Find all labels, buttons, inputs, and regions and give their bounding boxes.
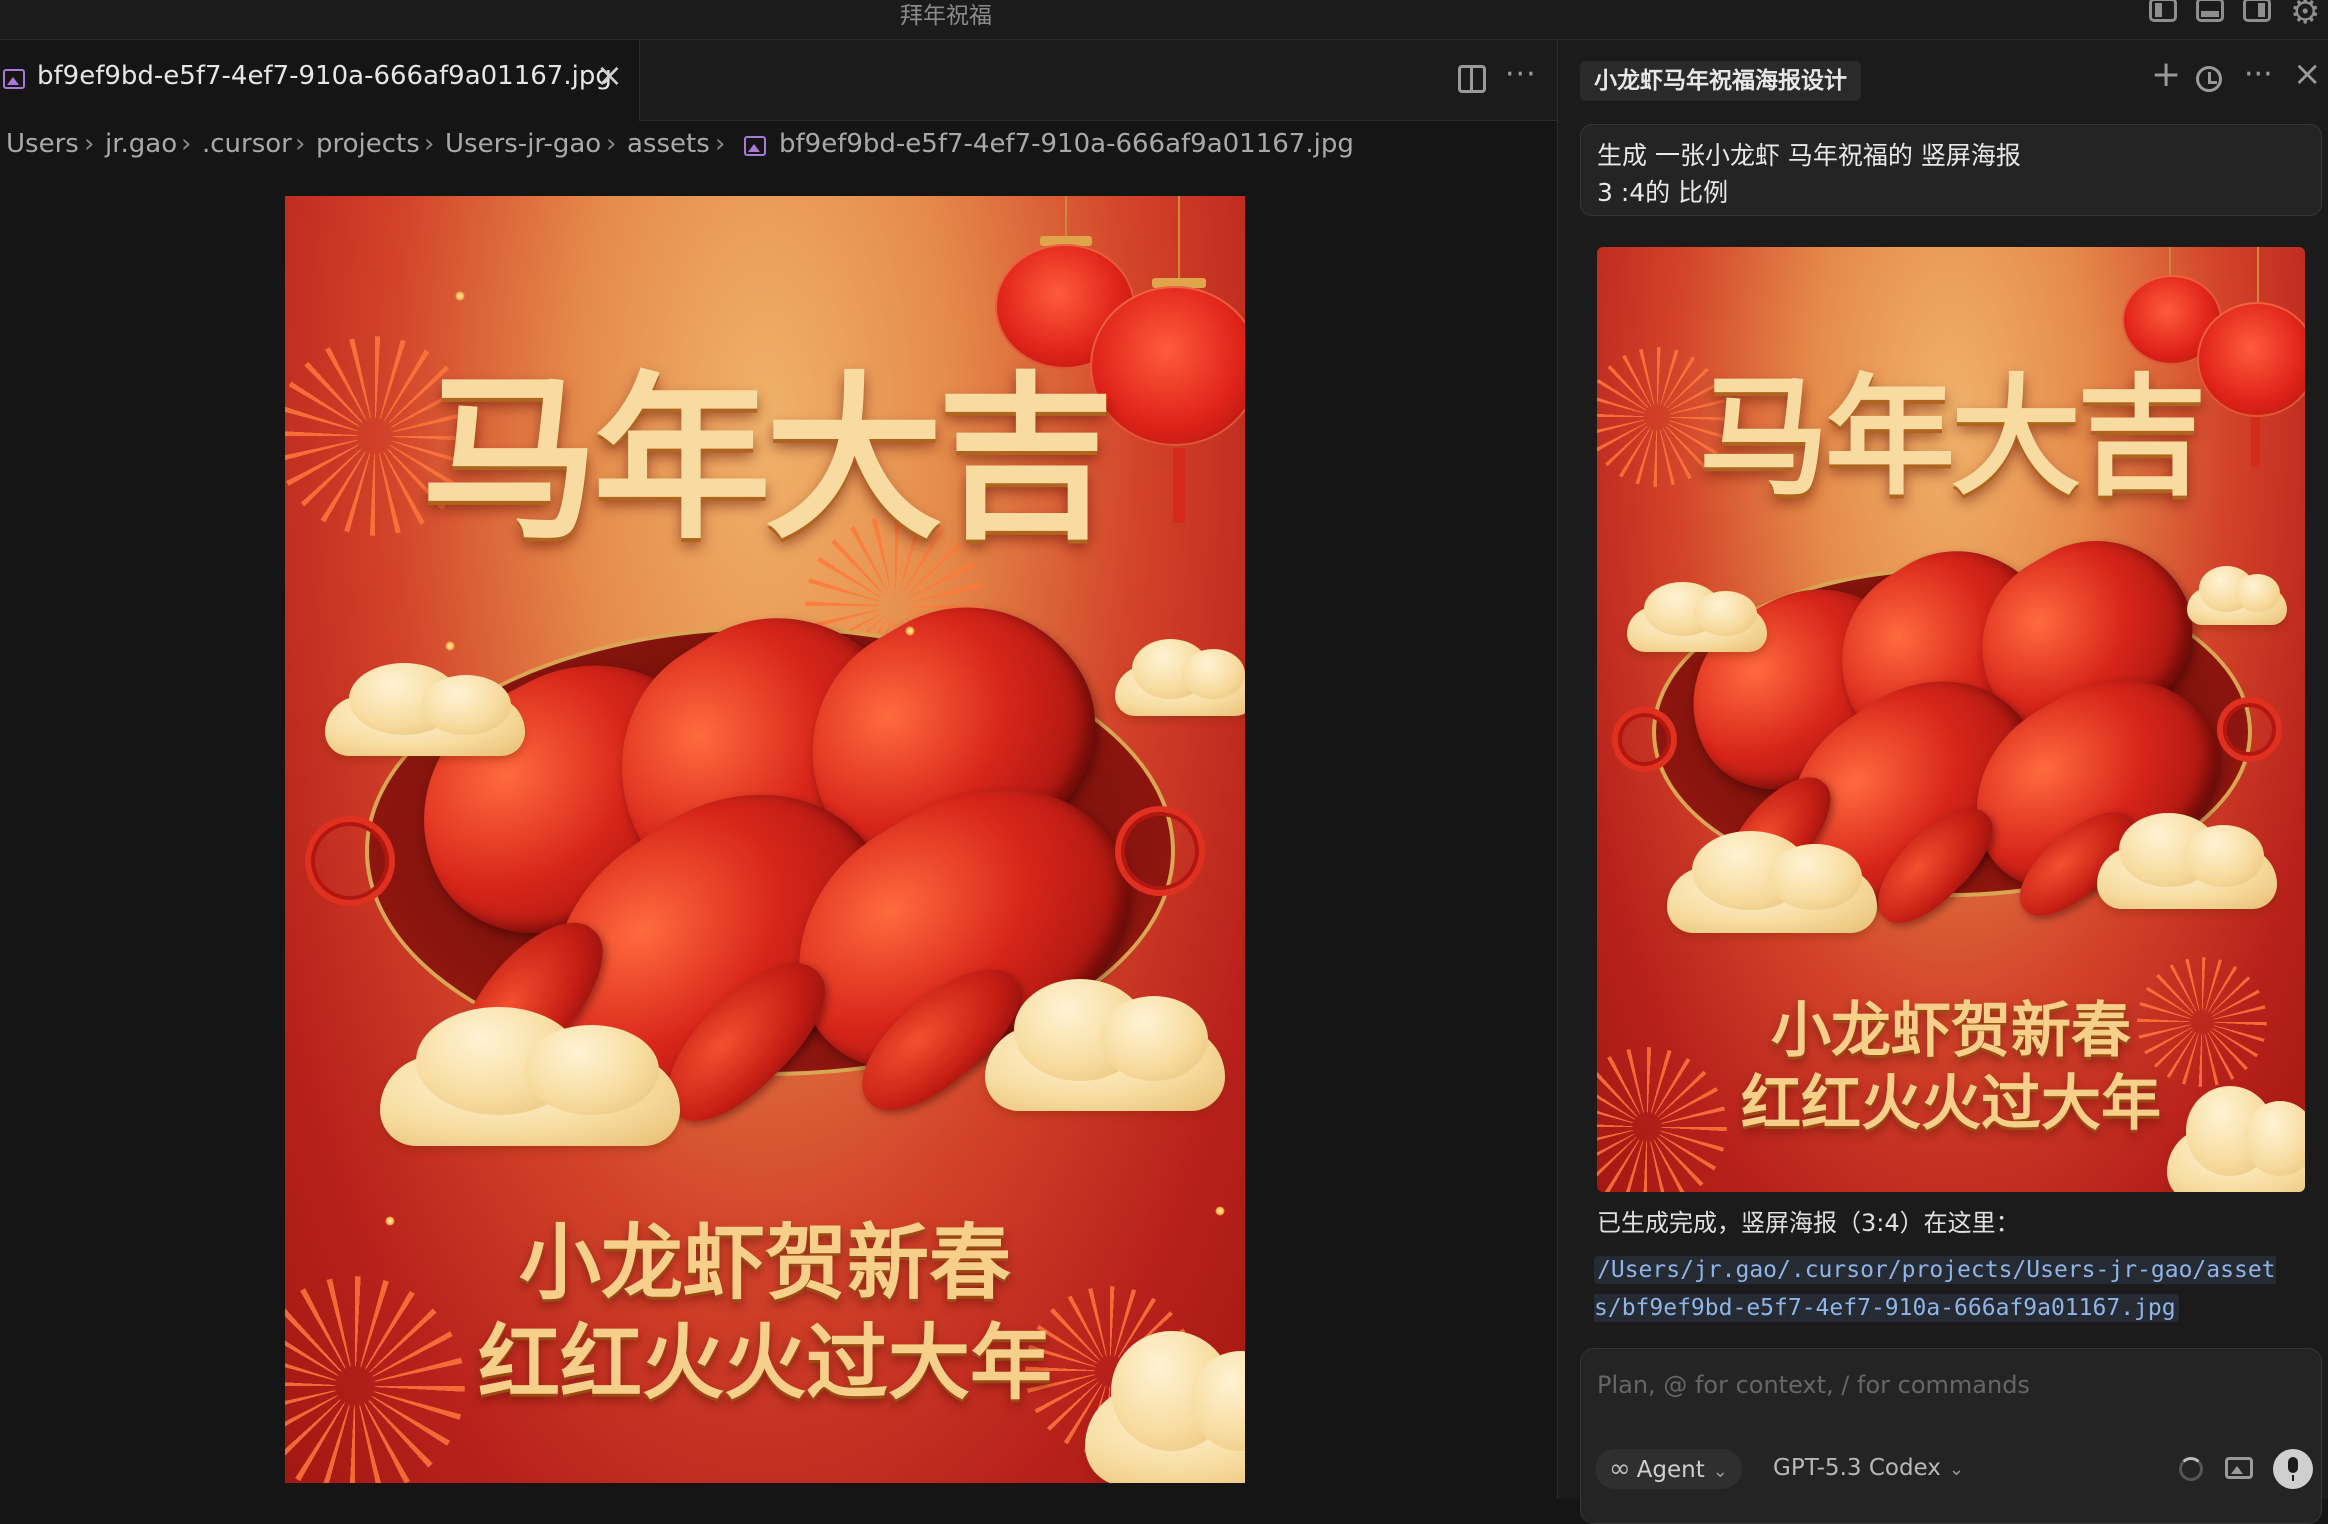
cloud-decoration bbox=[380, 1006, 680, 1146]
lantern-string bbox=[2257, 247, 2259, 302]
toggle-panel-icon[interactable] bbox=[2196, 0, 2224, 22]
model-label: GPT-5.3 Codex bbox=[1773, 1455, 1941, 1481]
editor-tab[interactable]: bf9ef9bd-e5f7-4ef7-910a-666af9a01167.jpg… bbox=[0, 40, 640, 121]
poster-line-2: 红红火火过大年 bbox=[1741, 1069, 2161, 1139]
poster-image-preview: 马年大吉 小龙虾贺新春 红红火火过大年 bbox=[285, 196, 1245, 1483]
image-file-icon bbox=[3, 69, 25, 89]
sparkle bbox=[905, 626, 915, 636]
chinese-knot-decoration bbox=[305, 816, 395, 906]
microphone-button[interactable] bbox=[2273, 1449, 2313, 1489]
cloud-decoration bbox=[325, 663, 525, 756]
close-panel-icon[interactable]: × bbox=[2293, 54, 2322, 94]
chat-input-placeholder[interactable]: Plan, @ for context, / for commands bbox=[1597, 1371, 2030, 1399]
image-file-icon bbox=[744, 136, 766, 156]
lantern-string bbox=[1065, 196, 1067, 236]
settings-icon[interactable]: ⚙ bbox=[2290, 0, 2320, 32]
split-editor-icon[interactable] bbox=[1458, 65, 1486, 93]
breadcrumb: Users › jr.gao › .cursor › projects › Us… bbox=[0, 121, 1557, 169]
breadcrumb-separator: › bbox=[181, 129, 192, 159]
poster-title: 马年大吉 bbox=[421, 354, 1115, 563]
attach-image-icon[interactable] bbox=[2225, 1457, 2253, 1479]
mode-label: Agent bbox=[1636, 1457, 1705, 1483]
assistant-message: 已生成完成，竖屏海报（3:4）在这里： bbox=[1597, 1209, 2020, 1237]
editor-tab-bar: bf9ef9bd-e5f7-4ef7-910a-666af9a01167.jpg… bbox=[0, 40, 1557, 121]
editor-area: bf9ef9bd-e5f7-4ef7-910a-666af9a01167.jpg… bbox=[0, 40, 1557, 1499]
cloud-decoration bbox=[2097, 812, 2277, 909]
cloud-decoration bbox=[1115, 638, 1245, 716]
chinese-knot-decoration bbox=[1115, 806, 1205, 896]
chinese-knot-decoration bbox=[2217, 697, 2282, 762]
toggle-secondary-sidebar-icon[interactable] bbox=[2243, 0, 2271, 22]
breadcrumb-separator: › bbox=[606, 129, 617, 159]
sparkle bbox=[455, 291, 465, 301]
lantern-string bbox=[2169, 247, 2171, 275]
more-actions-icon[interactable]: ··· bbox=[2244, 57, 2273, 92]
cloud-decoration bbox=[2187, 566, 2287, 625]
window-title: 拜年祝福 bbox=[900, 3, 992, 29]
breadcrumb-item[interactable]: Users-jr-gao bbox=[445, 129, 601, 159]
toggle-primary-sidebar-icon[interactable] bbox=[2149, 0, 2177, 22]
breadcrumb-item[interactable]: Users bbox=[6, 129, 79, 159]
user-message-line: 生成 一张小龙虾 马年祝福的 竖屏海报 bbox=[1597, 141, 2021, 170]
generated-poster-thumbnail[interactable]: 马年大吉 小龙虾贺新春 红红火火过大年 bbox=[1597, 247, 2305, 1192]
history-icon[interactable] bbox=[2196, 66, 2222, 92]
breadcrumb-item[interactable]: jr.gao bbox=[105, 129, 177, 159]
breadcrumb-item[interactable]: assets bbox=[627, 129, 710, 159]
infinity-icon: ∞ bbox=[1609, 1454, 1631, 1484]
chat-title-tab[interactable]: 小龙虾马年祝福海报设计 bbox=[1580, 61, 1861, 101]
chevron-down-icon: ⌄ bbox=[1948, 1459, 1965, 1480]
sparkle bbox=[445, 641, 455, 651]
new-chat-icon[interactable]: + bbox=[2151, 54, 2181, 95]
breadcrumb-item[interactable]: bf9ef9bd-e5f7-4ef7-910a-666af9a01167.jpg bbox=[779, 129, 1354, 159]
breadcrumb-separator: › bbox=[424, 129, 435, 159]
user-message-line: 3 :4的 比例 bbox=[1597, 178, 1729, 207]
breadcrumb-separator: › bbox=[84, 129, 95, 159]
model-selector[interactable]: GPT-5.3 Codex ⌄ bbox=[1773, 1455, 1964, 1481]
cloud-decoration bbox=[985, 979, 1225, 1111]
loading-spinner-icon bbox=[2179, 1457, 2203, 1481]
chinese-knot-decoration bbox=[1612, 707, 1677, 772]
lantern-string bbox=[1178, 196, 1180, 281]
chat-header: 小龙虾马年祝福海报设计 + ··· × bbox=[1558, 40, 2328, 118]
cloud-decoration bbox=[1667, 830, 1877, 933]
poster-line-2: 红红火火过大年 bbox=[477, 1315, 1052, 1411]
agent-mode-selector[interactable]: ∞ Agent ⌄ bbox=[1595, 1449, 1742, 1489]
cloud-decoration bbox=[1627, 582, 1767, 652]
chevron-down-icon: ⌄ bbox=[1712, 1461, 1728, 1482]
poster-title: 马年大吉 bbox=[1698, 360, 2207, 513]
user-message[interactable]: 生成 一张小龙虾 马年祝福的 竖屏海报 3 :4的 比例 bbox=[1580, 124, 2322, 216]
close-tab-icon[interactable]: × bbox=[596, 56, 623, 94]
result-file-path[interactable]: /Users/jr.gao/.cursor/projects/Users-jr-… bbox=[1594, 1256, 2276, 1322]
breadcrumb-item[interactable]: projects bbox=[316, 129, 420, 159]
breadcrumb-separator: › bbox=[295, 129, 306, 159]
chat-input-box[interactable]: Plan, @ for context, / for commands ∞ Age… bbox=[1580, 1348, 2322, 1524]
result-file-path-link[interactable]: /Users/jr.gao/.cursor/projects/Users-jr-… bbox=[1594, 1251, 2294, 1327]
more-actions-icon[interactable]: ··· bbox=[1505, 57, 1537, 92]
title-bar: 拜年祝福 ⚙ bbox=[0, 0, 2328, 40]
tab-label: bf9ef9bd-e5f7-4ef7-910a-666af9a01167.jpg bbox=[37, 61, 612, 91]
chat-panel: 小龙虾马年祝福海报设计 + ··· × 生成 一张小龙虾 马年祝福的 竖屏海报 … bbox=[1557, 40, 2328, 1524]
breadcrumb-separator: › bbox=[715, 129, 726, 159]
breadcrumb-item[interactable]: .cursor bbox=[202, 129, 292, 159]
